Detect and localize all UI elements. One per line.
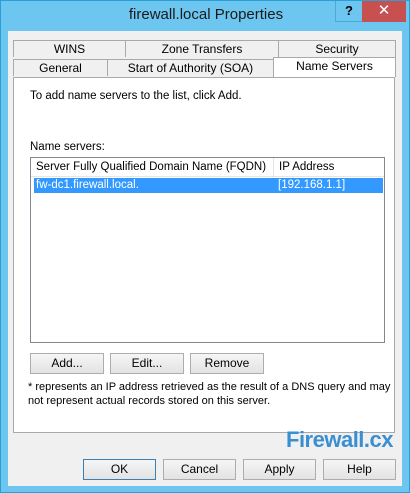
- logo-text: Firewall.cx: [286, 427, 394, 452]
- tab-security[interactable]: Security: [278, 40, 396, 57]
- remove-button[interactable]: Remove: [190, 353, 264, 374]
- tab-wins[interactable]: WINS: [13, 40, 126, 57]
- close-button[interactable]: ✕: [362, 1, 406, 22]
- tab-general[interactable]: General: [13, 59, 108, 76]
- instruction-text: To add name servers to the list, click A…: [30, 90, 242, 102]
- firewall-cx-logo: Firewall.cx: [286, 427, 394, 453]
- title-help-button[interactable]: ?: [335, 1, 363, 22]
- row-ip-address: [192.168.1.1]: [278, 179, 346, 191]
- name-servers-list[interactable]: Server Fully Qualified Domain Name (FQDN…: [30, 157, 385, 343]
- add-button[interactable]: Add...: [30, 353, 104, 374]
- name-servers-label: Name servers:: [30, 141, 105, 153]
- apply-button[interactable]: Apply: [243, 459, 316, 480]
- edit-button[interactable]: Edit...: [110, 353, 184, 374]
- list-item[interactable]: fw-dc1.firewall.local. [192.168.1.1]: [34, 178, 383, 193]
- row-fqdn: fw-dc1.firewall.local.: [36, 179, 139, 191]
- column-header-ip-address[interactable]: IP Address: [274, 158, 384, 176]
- ok-button[interactable]: OK: [83, 459, 156, 480]
- tab-start-of-authority[interactable]: Start of Authority (SOA): [107, 59, 274, 76]
- title-bar[interactable]: firewall.local Properties ? ✕: [1, 1, 409, 31]
- column-header-fqdn[interactable]: Server Fully Qualified Domain Name (FQDN…: [31, 158, 273, 176]
- footnote-line-1: * represents an IP address retrieved as …: [28, 381, 391, 393]
- footnote-line-2: not represent actual records stored on t…: [28, 395, 271, 407]
- help-button[interactable]: Help: [323, 459, 396, 480]
- tab-name-servers[interactable]: Name Servers: [273, 57, 396, 77]
- tab-zone-transfers[interactable]: Zone Transfers: [125, 40, 279, 57]
- cancel-button[interactable]: Cancel: [163, 459, 236, 480]
- list-header: Server Fully Qualified Domain Name (FQDN…: [31, 158, 384, 177]
